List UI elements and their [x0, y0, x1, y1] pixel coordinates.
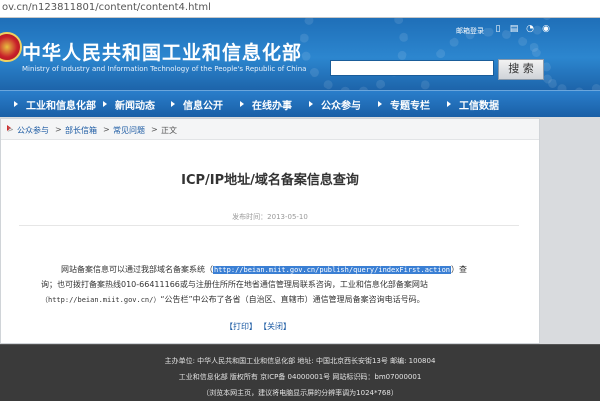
article-paragraph-line1: 网站备案信息可以通过我部域名备案系统（http://beian.miit.gov… [61, 264, 467, 275]
beian-query-link[interactable]: http://beian.miit.gov.cn/publish/query/i… [213, 266, 452, 274]
breadcrumb: > 公众参与 > 部长信箱 > 常见问题 > 正文 [1, 119, 539, 140]
nav-item-miit[interactable]: 工业和信息化部 [26, 97, 96, 112]
nav-arrow-icon [171, 101, 175, 107]
article-actions: 【打印】 【关闭】 [225, 321, 297, 332]
breadcrumb-item-current: 正文 [161, 126, 177, 135]
paragraph-text: “公告栏”中公布了各省（自治区、直辖市）通信管理局备案咨询电话号码。 [160, 295, 425, 304]
close-link[interactable]: 【关闭】 [263, 322, 291, 331]
address-bar[interactable]: ov.cn/n123811801/content/content4.html [0, 0, 600, 18]
site-footer: 主办单位: 中华人民共和国工业和信息化部 地址: 中国北京西长安街13号 邮编:… [0, 344, 600, 401]
breadcrumb-item-participation[interactable]: 公众参与 [17, 125, 49, 136]
beian-site-link[interactable]: （http://beian.miit.gov.cn/） [41, 296, 160, 304]
breadcrumb-item-faq[interactable]: 常见问题 [113, 125, 145, 136]
nav-item-online-service[interactable]: 在线办事 [252, 97, 292, 112]
nav-item-special-topics[interactable]: 专题专栏 [390, 97, 430, 112]
nav-arrow-icon [240, 101, 244, 107]
breadcrumb-separator: > [151, 125, 158, 134]
footer-copyright-line: 工业和信息化部 版权所有 京ICP备 04000001号 网站标识码：bm070… [178, 373, 422, 381]
article-paragraph-line2: 询；也可拨打备案热线010-66411166或与注册住所所在地省通信管理局联系咨… [41, 280, 428, 289]
address-url[interactable]: ov.cn/n123811801/content/content4.html [2, 2, 211, 13]
nav-item-participation[interactable]: 公众参与 [321, 97, 361, 112]
weibo-icon[interactable]: ◉ [540, 23, 552, 35]
site-header: 中华人民共和国工业和信息化部 Ministry of Industry and … [0, 18, 600, 90]
nav-item-data[interactable]: 工信数据 [459, 97, 499, 112]
divider [19, 225, 519, 226]
footer-sponsor-line: 主办单位: 中华人民共和国工业和信息化部 地址: 中国北京西长安街13号 邮编:… [164, 357, 436, 365]
nav-arrow-icon [103, 101, 107, 107]
breadcrumb-item-minister-mailbox[interactable]: 部长信箱 [65, 125, 97, 136]
nav-arrow-icon [14, 101, 18, 107]
gear-decoration [300, 18, 408, 90]
paragraph-text: 网站备案信息可以通过我部域名备案系统（ [61, 265, 213, 274]
breadcrumb-separator: > [55, 125, 62, 134]
article-paragraph-line3: （http://beian.miit.gov.cn/）“公告栏”中公布了各省（自… [41, 294, 425, 305]
content-card: > 公众参与 > 部长信箱 > 常见问题 > 正文 ICP/IP地址/域名备案信… [0, 118, 540, 344]
mail-login-link[interactable]: 邮箱登录 [456, 26, 484, 36]
nav-item-news[interactable]: 新闻动态 [115, 97, 155, 112]
nav-item-info-public[interactable]: 信息公开 [183, 97, 223, 112]
search-input[interactable] [330, 60, 494, 76]
paragraph-text: ）查 [451, 265, 468, 274]
print-link[interactable]: 【打印】 [225, 322, 257, 331]
breadcrumb-separator: > [7, 125, 14, 134]
site-subtitle: Ministry of Industry and Information Tec… [22, 65, 307, 73]
national-emblem-icon [0, 32, 22, 62]
breadcrumb-separator: > [103, 125, 110, 134]
nav-arrow-icon [378, 101, 382, 107]
publish-time: 发布时间：2013-05-10 [232, 213, 308, 221]
footer-resolution-note: （浏览本网主页，建议将电脑显示屏的分辨率调为1024*768） [202, 389, 398, 397]
phone-icon[interactable]: ▯ [492, 23, 504, 35]
site-title[interactable]: 中华人民共和国工业和信息化部 [22, 38, 302, 65]
nav-arrow-icon [309, 101, 313, 107]
page-title: ICP/IP地址/域名备案信息查询 [181, 173, 359, 188]
main-nav: 工业和信息化部 新闻动态 信息公开 在线办事 公众参与 专题专栏 工信数据 [0, 90, 600, 117]
rss-icon[interactable]: ◔ [524, 23, 536, 35]
wap-icon[interactable]: ▤ [508, 23, 520, 35]
search-button[interactable]: 搜 索 [498, 59, 544, 80]
nav-arrow-icon [447, 101, 451, 107]
